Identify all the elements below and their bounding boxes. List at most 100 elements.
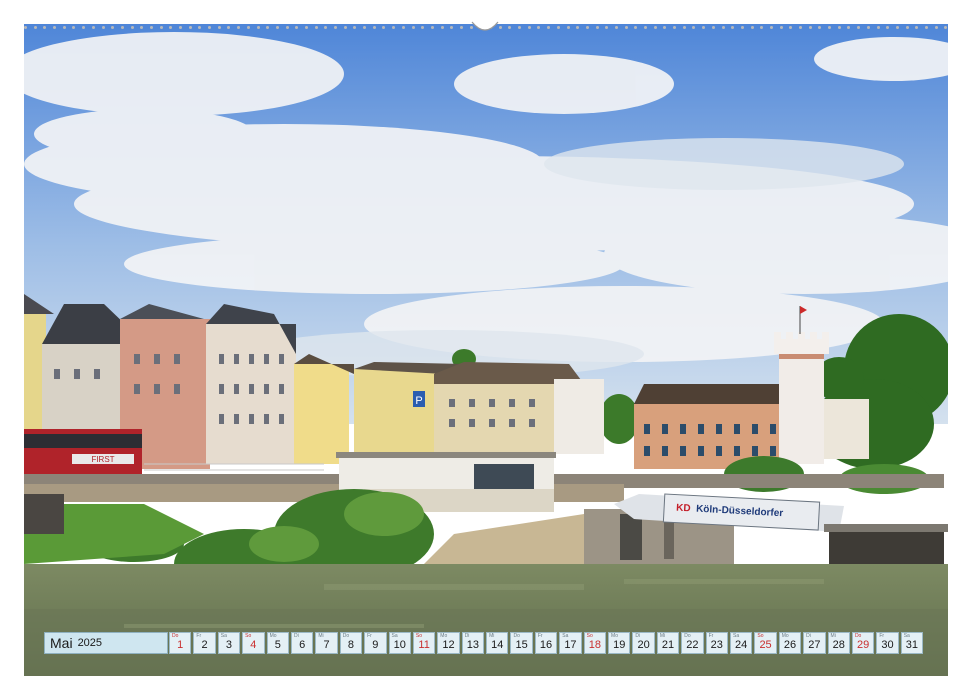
- binding-hole: [169, 25, 173, 29]
- day-cell: Sa 31: [900, 632, 924, 654]
- binding-hole: [430, 25, 434, 29]
- binding-hole: [188, 25, 192, 29]
- binding-hole: [53, 25, 57, 29]
- binding-hole: [62, 25, 66, 29]
- day-cell: Sa 24: [729, 632, 753, 654]
- day-cell: Di 6: [290, 632, 314, 654]
- binding-hole: [411, 25, 415, 29]
- day-cell: Mi 7: [315, 632, 338, 654]
- day-number: 22: [686, 639, 699, 651]
- day-number: 9: [372, 639, 379, 651]
- day-number: 4: [250, 639, 257, 651]
- day-cell: Mi 14: [486, 632, 509, 654]
- binding-hole: [721, 25, 725, 29]
- day-cell: Sa 17: [559, 632, 582, 654]
- bus-lettering: FIRST: [91, 455, 114, 464]
- day-cell: Do 22: [681, 632, 704, 654]
- binding-hole: [275, 25, 279, 29]
- binding-hole: [198, 25, 202, 29]
- binding-hole: [140, 25, 144, 29]
- day-cell: Fr 2: [193, 632, 216, 654]
- binding-hole: [682, 25, 686, 29]
- day-cell: Mi 21: [656, 632, 680, 654]
- binding-hole: [876, 25, 880, 29]
- binding-hole: [828, 25, 832, 29]
- day-cell: Fr 30: [876, 632, 899, 654]
- binding-hole: [101, 25, 105, 29]
- binding-hole: [518, 25, 522, 29]
- binding-hole: [33, 25, 37, 29]
- day-number: 12: [442, 639, 455, 651]
- day-cell: Fr 23: [705, 632, 728, 654]
- binding-hole: [644, 25, 647, 29]
- day-cell: Fr 9: [364, 632, 387, 654]
- day-cell: Do 8: [339, 632, 363, 654]
- binding-hole: [304, 25, 308, 29]
- binding-hole: [130, 25, 134, 29]
- day-number: 27: [808, 639, 821, 651]
- binding-hole: [634, 25, 638, 29]
- binding-hole: [886, 25, 890, 29]
- day-number: 15: [515, 639, 528, 651]
- binding-hole: [285, 25, 289, 29]
- binding-hole: [760, 25, 764, 29]
- binding-hole: [924, 25, 928, 29]
- day-number: 23: [710, 639, 723, 651]
- binding-hole: [769, 25, 773, 29]
- day-cell: Mo 5: [266, 632, 289, 654]
- day-number: 28: [832, 639, 845, 651]
- day-cell: Mo 12: [437, 632, 460, 654]
- binding-hole: [459, 25, 463, 29]
- binding-hole: [692, 25, 696, 29]
- day-number: 17: [564, 639, 577, 651]
- parking-sign-letter: P: [415, 395, 422, 407]
- day-cell: Mo 26: [778, 632, 802, 654]
- binding-hole: [614, 25, 618, 29]
- binding-hole: [372, 25, 376, 29]
- binding-hole: [256, 25, 260, 29]
- binding-hole: [382, 25, 386, 29]
- month-label-box: Mai 2025: [44, 632, 168, 654]
- day-cell: Mo 19: [608, 632, 631, 654]
- day-number: 20: [637, 639, 650, 651]
- day-number: 6: [299, 639, 306, 651]
- binding-hole: [149, 25, 153, 29]
- binding-hole: [82, 25, 86, 29]
- binding-hole: [237, 25, 241, 29]
- year-label: 2025: [77, 637, 103, 649]
- binding-hole: [789, 25, 793, 29]
- binding-hole: [895, 25, 899, 29]
- day-number: 30: [881, 639, 894, 651]
- binding-hole: [905, 25, 909, 29]
- day-cell: Fr 16: [534, 632, 558, 654]
- binding-hole: [595, 25, 599, 29]
- day-cell: Do 15: [510, 632, 533, 654]
- binding-hole: [334, 25, 337, 29]
- binding-hole: [363, 25, 367, 29]
- day-number: 24: [735, 639, 748, 651]
- day-number: 14: [491, 639, 504, 651]
- calendar-hanger: [471, 21, 499, 31]
- day-number: 7: [323, 639, 330, 651]
- binding-hole: [702, 25, 706, 29]
- day-cell: Di 13: [461, 632, 485, 654]
- binding-hole: [566, 25, 570, 29]
- calendar-page: P FIRST KD Köln-Düsseldorfer Mai 2025 Do…: [0, 0, 971, 700]
- day-number: 8: [347, 639, 354, 651]
- binding-hole: [159, 25, 163, 29]
- binding-hole: [779, 25, 783, 29]
- binding-hole: [179, 25, 182, 29]
- binding-hole: [266, 25, 270, 29]
- binding-hole: [934, 25, 938, 29]
- binding-hole: [324, 25, 328, 29]
- binding-hole: [624, 25, 628, 29]
- day-number: 26: [783, 639, 797, 651]
- binding-hole: [857, 25, 861, 29]
- day-number: 19: [613, 639, 626, 651]
- binding-hole: [43, 25, 47, 29]
- binding-hole: [799, 25, 802, 29]
- binding-hole: [91, 25, 95, 29]
- binding-hole: [653, 25, 657, 29]
- rhine-town-photo: P FIRST KD Köln-Düsseldorfer: [24, 24, 948, 676]
- day-cell: Di 20: [632, 632, 655, 654]
